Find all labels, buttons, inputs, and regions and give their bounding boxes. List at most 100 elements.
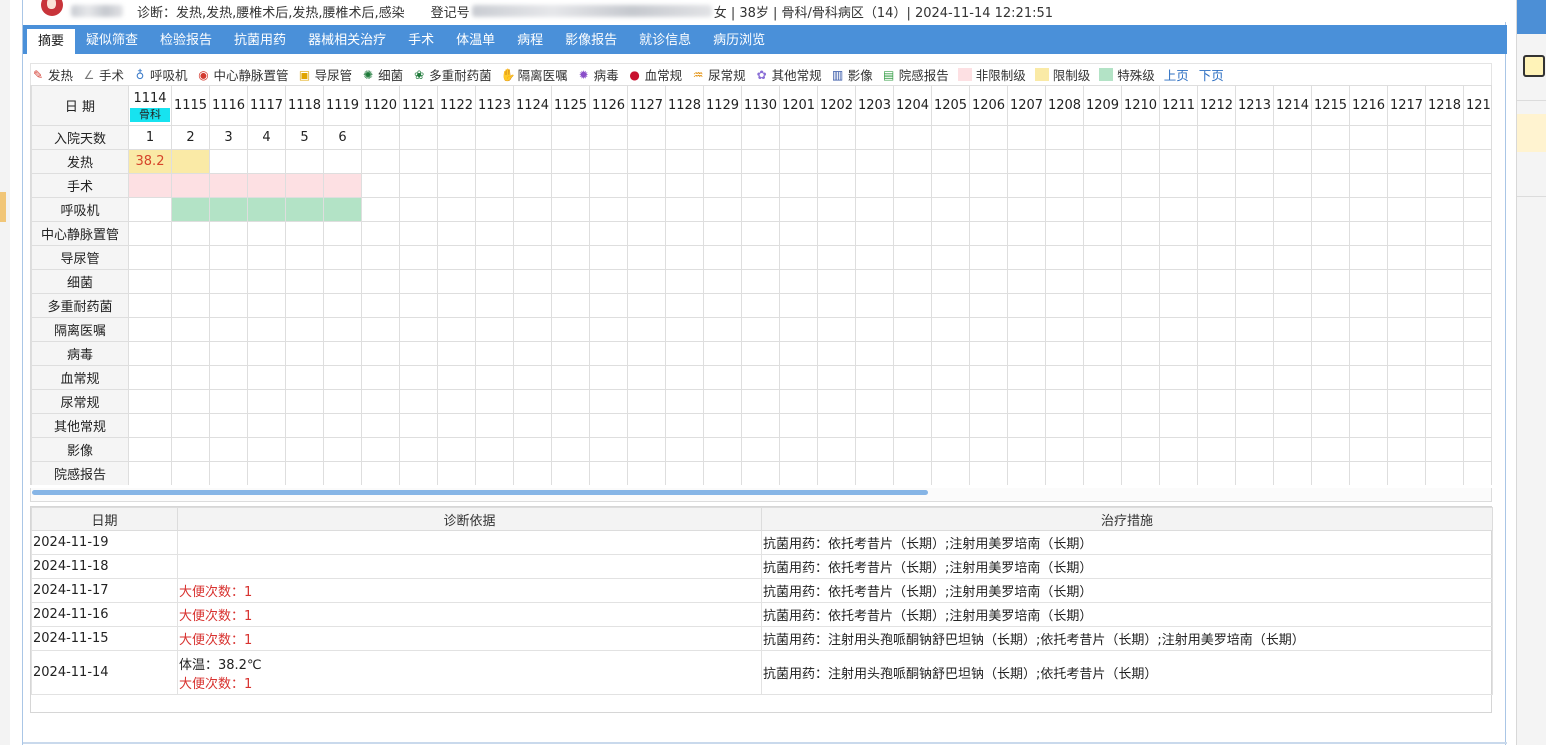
grid-cell	[1311, 173, 1350, 198]
grid-cell	[931, 173, 970, 198]
date-label: 1201	[781, 98, 816, 113]
row-date: 2024-11-19	[31, 530, 178, 555]
grid-cell	[1387, 317, 1426, 342]
row-basis: 大便次数：1	[177, 578, 762, 603]
tab-1[interactable]: 摘要	[27, 29, 76, 54]
tab-6[interactable]: 手术	[397, 25, 445, 54]
grid-cell	[247, 365, 286, 390]
date-label: 1121	[401, 98, 436, 113]
grid-cell	[323, 341, 362, 366]
grid-cell	[1121, 245, 1160, 270]
grid-cell	[893, 365, 932, 390]
grid-cell	[128, 173, 172, 198]
grid-cell	[1273, 389, 1312, 414]
background-highlight	[0, 192, 6, 222]
basis-line: 大便次数：1	[179, 676, 253, 692]
date-label: 1129	[705, 98, 740, 113]
indicator-row: 导尿管	[31, 245, 1491, 270]
grid-cell	[437, 245, 476, 270]
grid-cell	[171, 365, 210, 390]
column-header-basis: 诊断依据	[177, 507, 762, 531]
grid-cell	[1311, 413, 1350, 438]
grid-cell	[551, 317, 590, 342]
patient-dialog: 诊断：发热,发热,腰椎术后,发热,腰椎术后,感染 登记号 女 | 38岁 | 骨…	[22, 0, 1507, 745]
grid-cell	[931, 317, 970, 342]
tab-4[interactable]: 抗菌用药	[223, 25, 297, 54]
date-label: 1210	[1123, 98, 1158, 113]
grid-cell	[969, 149, 1008, 174]
grid-cell	[627, 269, 666, 294]
grid-cell	[475, 149, 514, 174]
date-cell: 1210	[1121, 85, 1160, 126]
legend-label: 尿常规	[708, 68, 746, 83]
grid-cell	[931, 293, 970, 318]
grid-cell	[1425, 269, 1464, 294]
next-page-link[interactable]: 下页	[1199, 65, 1224, 84]
grid-cell	[1425, 389, 1464, 414]
indicator-row: 病毒	[31, 341, 1491, 366]
grid-cell	[931, 221, 970, 246]
tab-10[interactable]: 就诊信息	[628, 25, 702, 54]
grid-cell	[399, 269, 438, 294]
patient-info: 女 | 38岁 | 骨科/骨科病区（14）| 2024-11-14 12:21:…	[713, 5, 1054, 21]
grid-cell	[893, 269, 932, 294]
grid-cell	[475, 221, 514, 246]
grid-cell	[931, 197, 970, 222]
grid-cell	[1425, 149, 1464, 174]
grid-cell	[855, 245, 894, 270]
grid-cell	[475, 293, 514, 318]
date-cell: 1118	[285, 85, 324, 126]
thermometer-icon: ✎	[32, 67, 44, 82]
legend-item: ◉ 中心静脉置管	[197, 65, 288, 84]
grid-cell	[1045, 221, 1084, 246]
grid-cell	[475, 365, 514, 390]
date-cell: 1214	[1273, 85, 1312, 126]
grid-cell	[128, 269, 172, 294]
grid-cell	[399, 245, 438, 270]
tab-11[interactable]: 病历浏览	[702, 25, 776, 54]
grid-cell	[247, 293, 286, 318]
grid-cell	[1387, 245, 1426, 270]
grid-cell	[1197, 173, 1236, 198]
grid-cell	[1197, 269, 1236, 294]
grid-cell	[1045, 341, 1084, 366]
tab-5[interactable]: 器械相关治疗	[297, 25, 397, 54]
date-cell: 1218	[1425, 85, 1464, 126]
indicator-row: 血常规	[31, 365, 1491, 390]
tab-8[interactable]: 病程	[506, 25, 554, 54]
date-cell: 1209	[1083, 85, 1122, 126]
grid-cell	[399, 317, 438, 342]
grid-cell	[475, 437, 514, 462]
grid-cell	[209, 269, 248, 294]
grid-cell	[779, 149, 818, 174]
indicator-row: 其他常规	[31, 413, 1491, 438]
prev-page-link[interactable]: 上页	[1164, 65, 1189, 84]
grid-cell	[1083, 173, 1122, 198]
grid-cell	[1045, 389, 1084, 414]
row-treatment: 抗菌用药：依托考昔片（长期）;注射用美罗培南（长期）	[761, 530, 1493, 555]
tab-9[interactable]: 影像报告	[554, 25, 628, 54]
grid-cell	[1235, 413, 1274, 438]
tab-3[interactable]: 检验报告	[149, 25, 223, 54]
grid-cell	[1235, 365, 1274, 390]
tab-2[interactable]: 疑似筛查	[75, 25, 149, 54]
grid-cell	[513, 461, 552, 485]
grid-cell	[1159, 389, 1198, 414]
grid-cell	[1425, 293, 1464, 318]
grid-cell	[285, 173, 324, 198]
grid-cell	[1387, 413, 1426, 438]
grid-cell	[209, 461, 248, 485]
summary-table-container: 日期 诊断依据 治疗措施 2024-11-19 抗菌用药：依托考昔片（长期）;注射…	[30, 506, 1493, 713]
grid-cell	[551, 365, 590, 390]
grid-cell	[247, 389, 286, 414]
level-swatch	[1034, 68, 1049, 81]
horizontal-scrollbar[interactable]	[30, 488, 1492, 502]
scrollbar-thumb[interactable]	[32, 490, 928, 495]
grid-cell	[1311, 365, 1350, 390]
tab-7[interactable]: 体温单	[445, 25, 506, 54]
grid-cell	[1235, 149, 1274, 174]
row-label: 细菌	[31, 269, 129, 294]
grid-cell	[931, 461, 970, 485]
date-cell: 1204	[893, 85, 932, 126]
grid-cell	[817, 245, 856, 270]
